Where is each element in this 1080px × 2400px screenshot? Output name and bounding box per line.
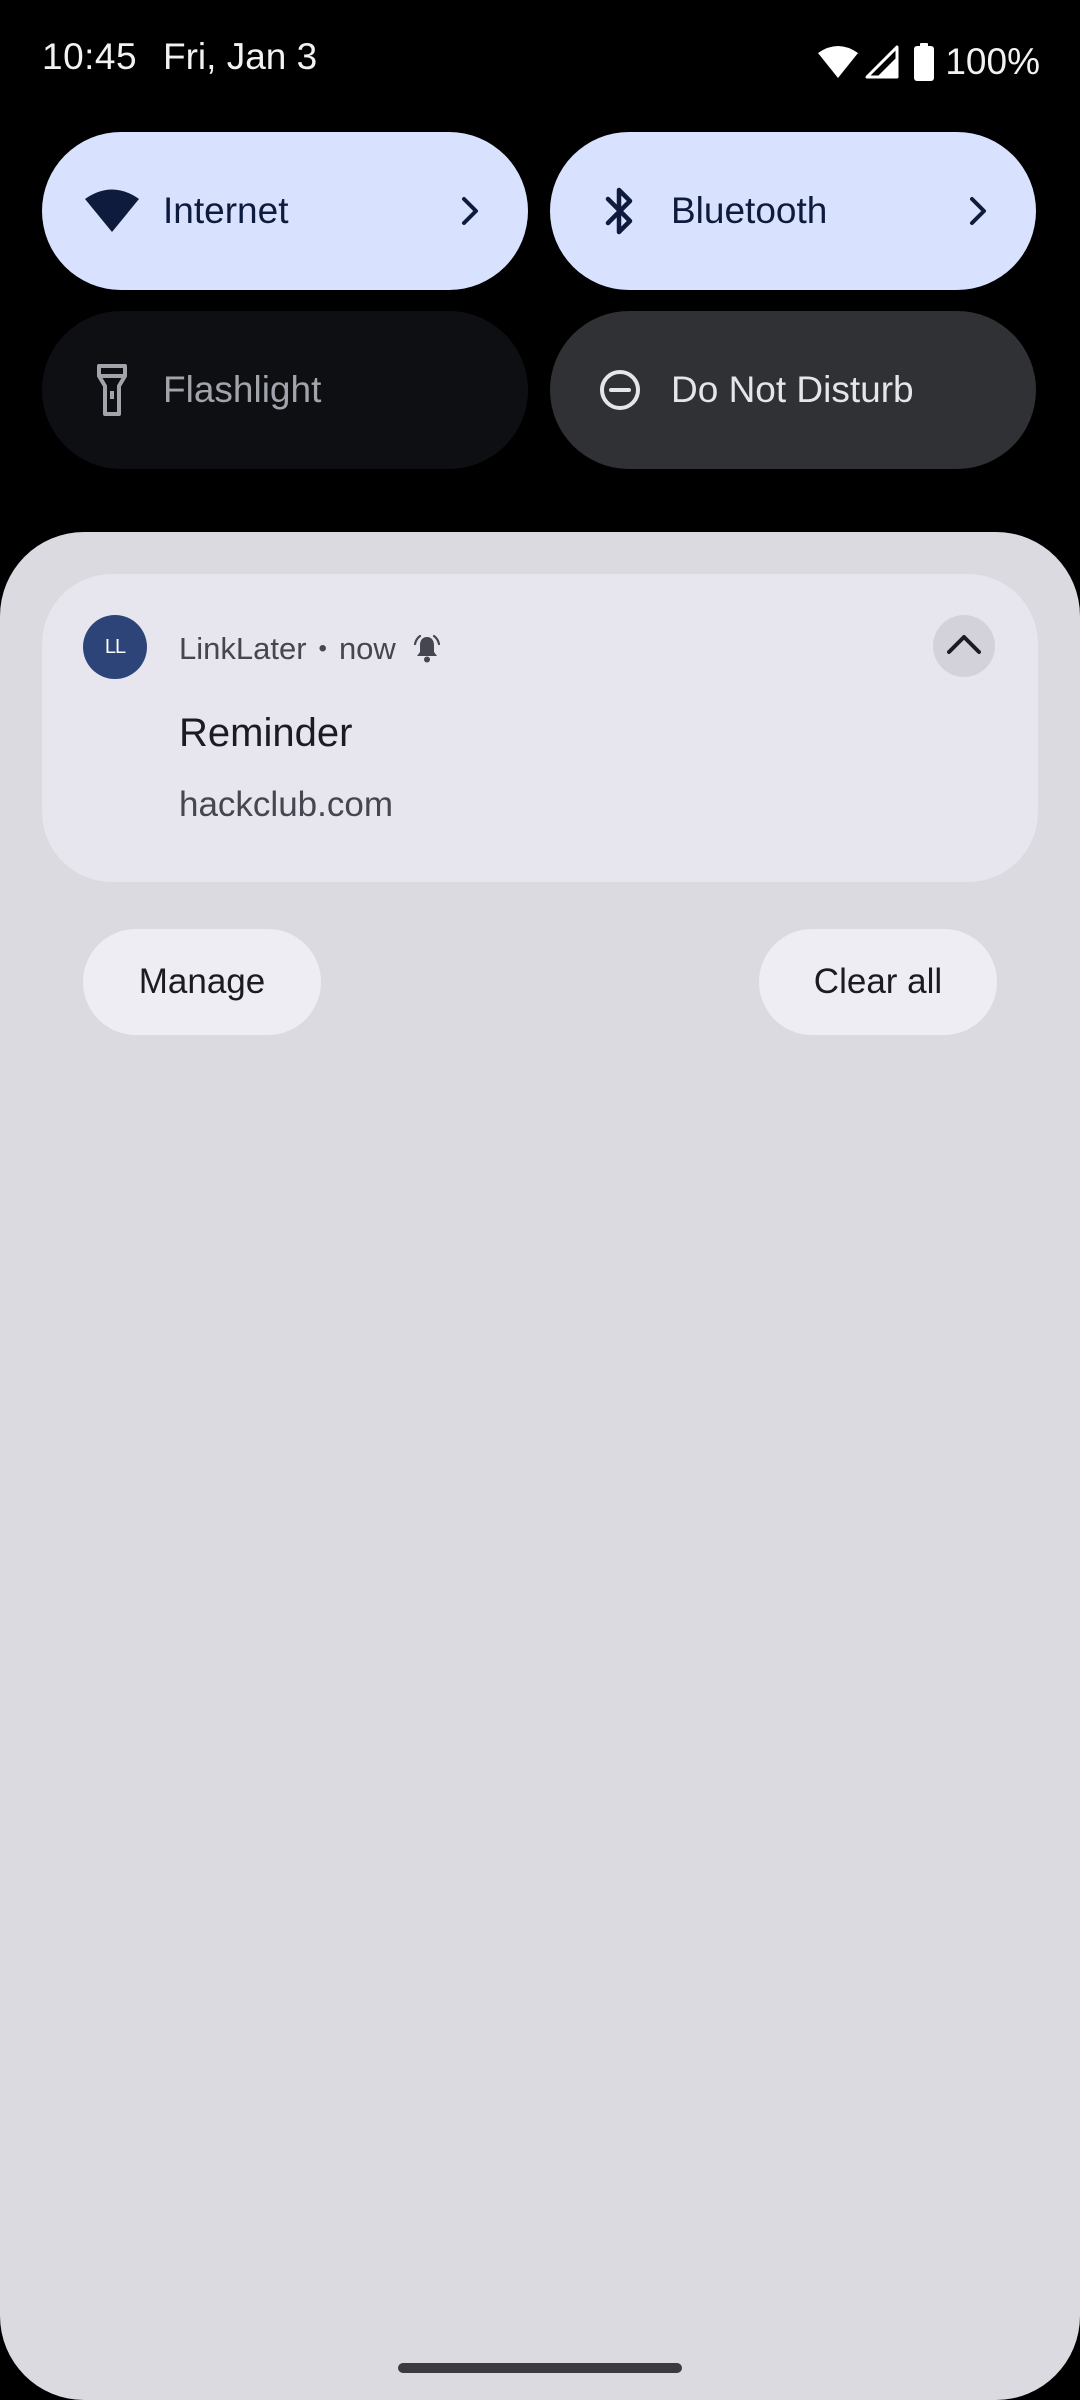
bell-icon (412, 634, 442, 664)
status-bar: 10:45 Fri, Jan 3 100% (0, 0, 1080, 124)
app-icon-initials: LL (104, 635, 126, 658)
wifi-icon (82, 181, 142, 241)
tile-do-not-disturb-label: Do Not Disturb (671, 369, 914, 410)
app-icon: LL (83, 615, 147, 679)
clear-all-button[interactable]: Clear all (759, 929, 997, 1035)
notification-time: now (338, 631, 396, 666)
battery-percentage: 100% (945, 41, 1040, 82)
status-date: Fri, Jan 3 (163, 36, 318, 77)
notification-title: Reminder (179, 711, 353, 755)
collapse-button[interactable] (933, 615, 995, 677)
status-icons: 100% (817, 40, 1040, 84)
notification-body: hackclub.com (179, 785, 393, 824)
battery-icon (913, 43, 935, 81)
bluetooth-icon (590, 181, 650, 241)
tile-bluetooth-label: Bluetooth (671, 190, 828, 231)
tile-flashlight[interactable]: Flashlight (42, 311, 528, 469)
cell-signal-icon (865, 45, 899, 79)
header-separator: • (318, 635, 327, 662)
app-name: LinkLater (179, 631, 307, 666)
status-time: 10:45 (42, 36, 138, 77)
tile-internet-label: Internet (163, 190, 289, 231)
home-indicator[interactable] (398, 2363, 682, 2373)
chevron-right-icon (456, 191, 484, 231)
tile-flashlight-label: Flashlight (163, 369, 322, 410)
wifi-icon (817, 45, 859, 79)
chevron-right-icon (964, 191, 992, 231)
manage-button[interactable]: Manage (83, 929, 321, 1035)
tile-internet[interactable]: Internet (42, 132, 528, 290)
tile-bluetooth[interactable]: Bluetooth (550, 132, 1036, 290)
chevron-up-icon (944, 631, 984, 662)
flashlight-icon (82, 360, 142, 420)
tile-do-not-disturb[interactable]: Do Not Disturb (550, 311, 1036, 469)
notification-header: LinkLater • now (179, 629, 442, 669)
do-not-disturb-icon (590, 360, 650, 420)
